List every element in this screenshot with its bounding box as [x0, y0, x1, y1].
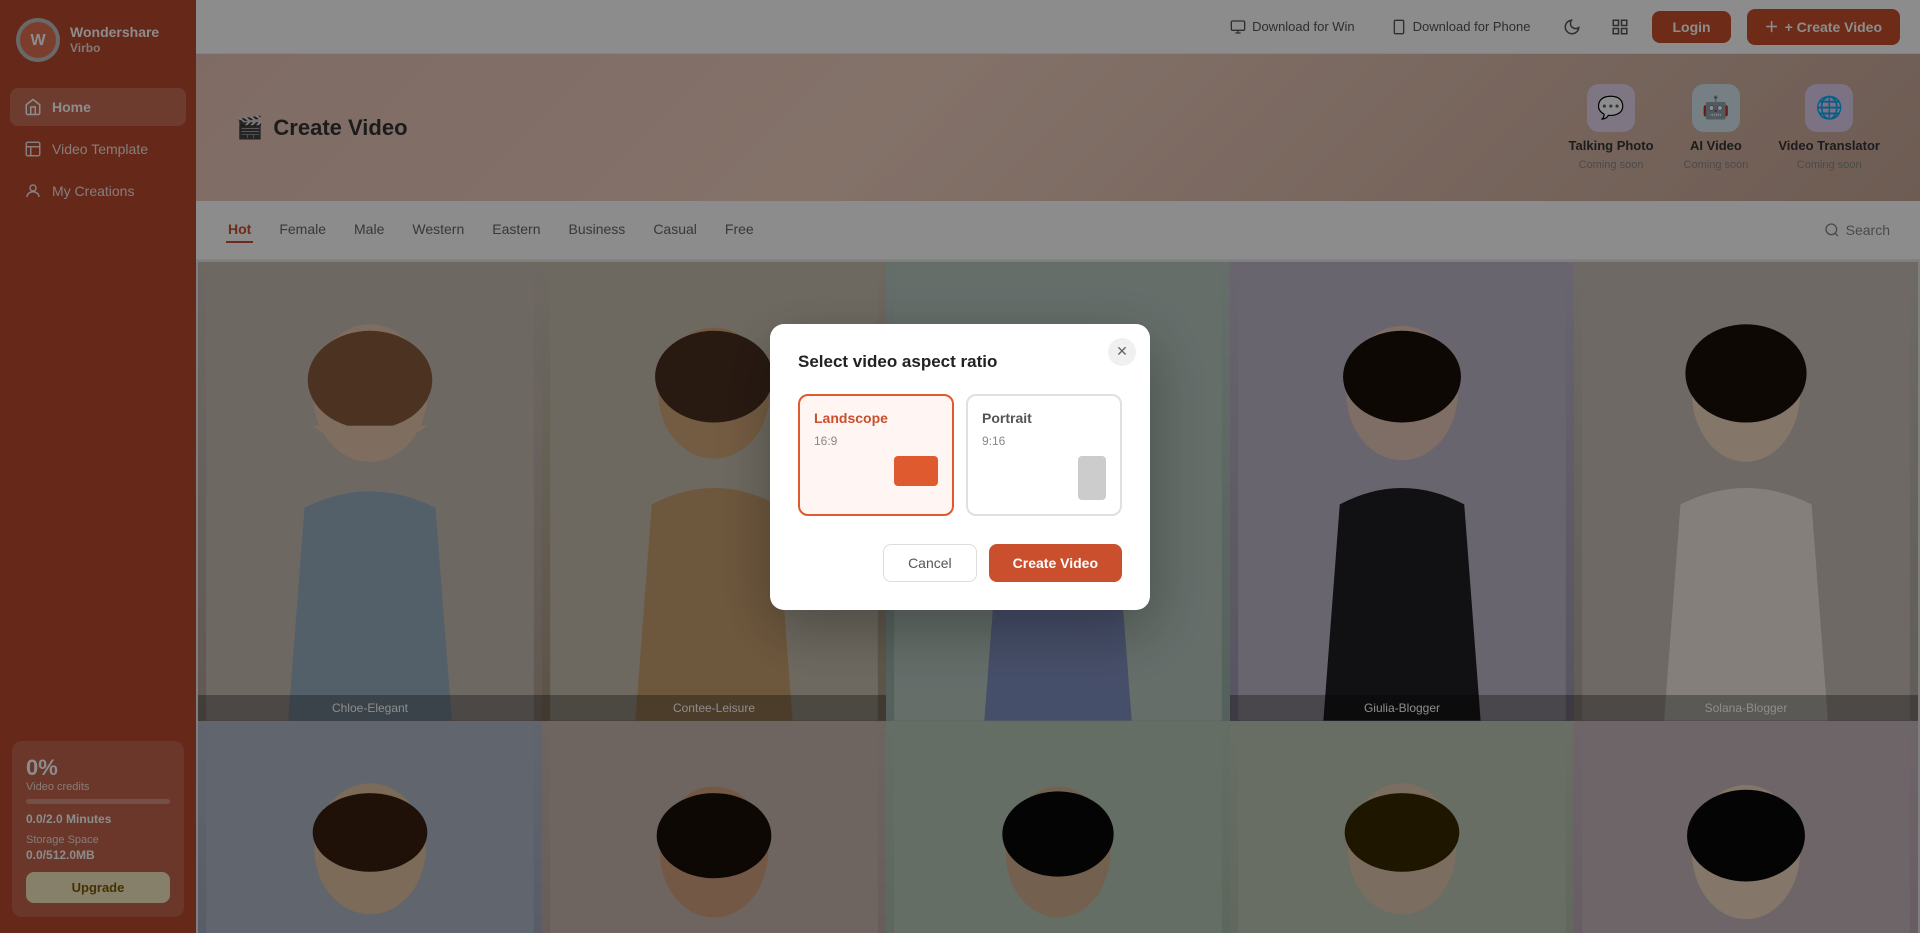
- portrait-ratio-icon: [982, 456, 1106, 500]
- modal-close-button[interactable]: ✕: [1108, 338, 1136, 366]
- ratio-options: Landscope 16:9 Portrait 9:16: [798, 394, 1122, 516]
- aspect-ratio-modal: ✕ Select video aspect ratio Landscope 16…: [770, 324, 1150, 610]
- ratio-card-portrait[interactable]: Portrait 9:16: [966, 394, 1122, 516]
- modal-overlay[interactable]: ✕ Select video aspect ratio Landscope 16…: [0, 0, 1920, 933]
- modal-title: Select video aspect ratio: [798, 352, 1122, 372]
- ratio-card-landscape[interactable]: Landscope 16:9: [798, 394, 954, 516]
- cancel-button[interactable]: Cancel: [883, 544, 977, 582]
- create-video-modal-button[interactable]: Create Video: [989, 544, 1122, 582]
- landscape-shape: [894, 456, 938, 486]
- modal-actions: Cancel Create Video: [798, 544, 1122, 582]
- portrait-shape: [1078, 456, 1106, 500]
- landscape-ratio-icon: [814, 456, 938, 486]
